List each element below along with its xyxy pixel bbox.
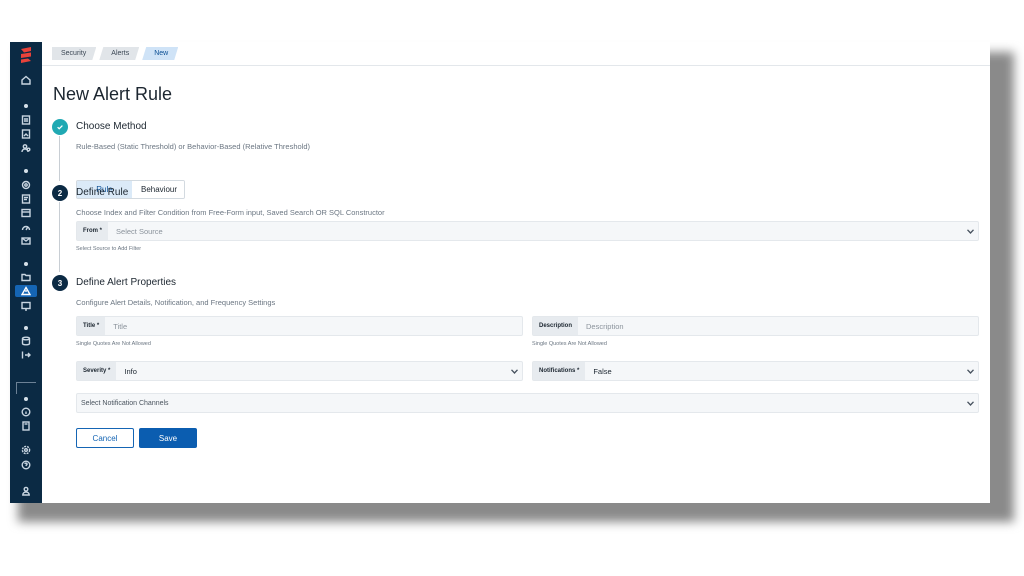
description-field[interactable]: Description Description — [532, 316, 979, 336]
nav-section-dot — [24, 397, 28, 401]
nav-section-dot — [24, 169, 28, 173]
step-1-description: Rule-Based (Static Threshold) or Behavio… — [76, 142, 310, 151]
breadcrumb: Security Alerts New — [52, 47, 181, 60]
database-icon[interactable] — [10, 335, 42, 347]
severity-value: Info — [124, 366, 137, 376]
home-icon[interactable] — [10, 74, 42, 86]
page-title: New Alert Rule — [53, 84, 173, 104]
step-connector — [59, 202, 60, 272]
notifications-select[interactable]: Notifications * False — [532, 361, 979, 381]
title-hint: Single Quotes Are Not Allowed — [76, 341, 151, 347]
users-icon[interactable] — [10, 142, 42, 154]
from-select[interactable]: From * Select Source — [76, 221, 979, 241]
breadcrumb-security[interactable]: Security — [52, 47, 96, 60]
breadcrumb-new: New — [142, 47, 178, 60]
step-2-description: Choose Index and Filter Condition from F… — [76, 208, 385, 217]
dashboard-icon[interactable] — [10, 207, 42, 219]
user-icon[interactable] — [10, 485, 42, 497]
description-input[interactable]: Description — [578, 322, 978, 331]
monitor-icon[interactable] — [10, 300, 42, 312]
severity-select[interactable]: Severity * Info — [76, 361, 523, 381]
nav-section-dot — [24, 326, 28, 330]
severity-label: Severity * — [77, 362, 117, 380]
notifications-label: Notifications * — [533, 362, 586, 380]
notification-channels-select[interactable]: Select Notification Channels — [76, 393, 979, 413]
top-bar: Security Alerts New — [42, 42, 990, 66]
step-1-complete-icon — [52, 119, 68, 135]
chevron-down-icon — [962, 400, 978, 406]
gauge-icon[interactable] — [10, 221, 42, 233]
step-3-badge: 3 — [52, 275, 68, 291]
step-3-title: Define Alert Properties — [76, 277, 177, 288]
main-content: New Alert Rule Choose Method Rule-Based … — [42, 66, 990, 503]
nav-section-dot — [24, 104, 28, 108]
title-field[interactable]: Title * Title — [76, 316, 523, 336]
settings-icon[interactable] — [10, 179, 42, 191]
from-hint: Select Source to Add Filter — [76, 246, 142, 252]
folder-icon[interactable] — [10, 271, 42, 283]
sidebar-divider — [16, 382, 36, 383]
gear-icon[interactable] — [10, 444, 42, 456]
step-1-title: Choose Method — [76, 121, 147, 132]
sidebar — [10, 42, 42, 503]
description-hint: Single Quotes Are Not Allowed — [532, 341, 607, 347]
help-icon[interactable] — [10, 459, 42, 471]
app-logo-icon[interactable] — [18, 46, 34, 64]
step-2-title: Define Rule — [76, 187, 129, 198]
title-input[interactable]: Title — [105, 322, 522, 331]
save-button[interactable]: Save — [139, 428, 197, 448]
step-2-badge: 2 — [52, 185, 68, 201]
title-label: Title * — [77, 317, 106, 335]
notes-icon[interactable] — [10, 193, 42, 205]
description-label: Description — [533, 317, 579, 335]
step-connector — [59, 136, 60, 181]
from-placeholder: Select Source — [116, 226, 163, 236]
chevron-down-icon — [962, 368, 978, 374]
info-icon[interactable] — [10, 406, 42, 418]
chevron-down-icon — [962, 228, 978, 234]
discover-icon[interactable] — [10, 114, 42, 126]
breadcrumb-alerts[interactable]: Alerts — [99, 47, 139, 60]
behaviour-option[interactable]: Behaviour — [132, 181, 184, 198]
nav-section-dot — [24, 262, 28, 266]
export-icon[interactable] — [10, 349, 42, 361]
sidebar-divider — [16, 382, 17, 394]
cancel-button[interactable]: Cancel — [76, 428, 134, 448]
app-window: Security Alerts New New Alert Rule Choos… — [10, 42, 990, 503]
chevron-down-icon — [506, 368, 522, 374]
notification-channels-placeholder: Select Notification Channels — [81, 399, 169, 407]
notifications-value: False — [593, 366, 612, 376]
reports-icon[interactable] — [10, 128, 42, 140]
step-3-description: Configure Alert Details, Notification, a… — [76, 298, 276, 307]
from-label: From * — [77, 222, 109, 240]
book-icon[interactable] — [10, 420, 42, 432]
alert-icon[interactable] — [15, 285, 37, 297]
mail-icon[interactable] — [10, 235, 42, 247]
